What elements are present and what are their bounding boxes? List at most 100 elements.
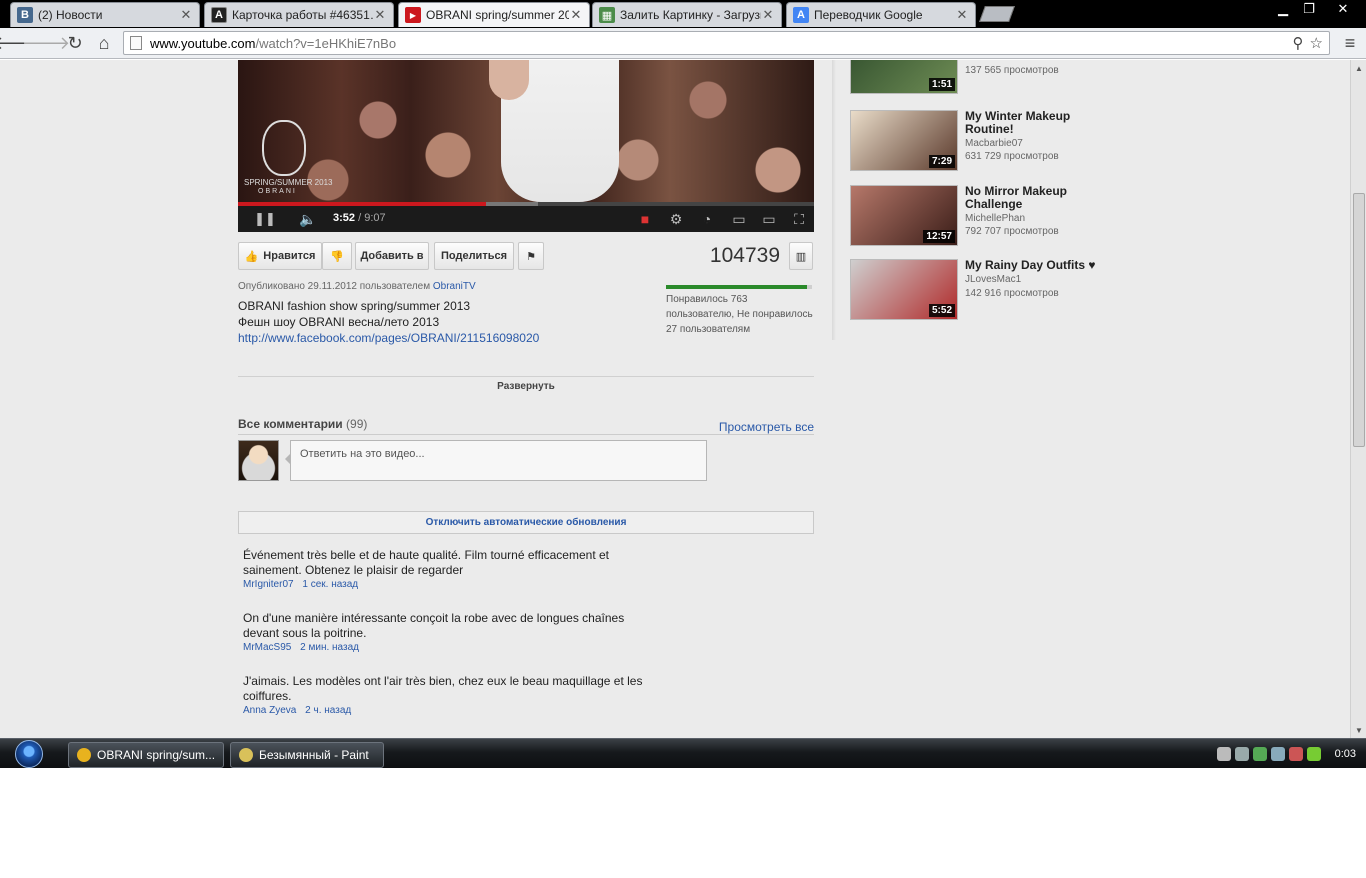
clock[interactable]: 0:03 bbox=[1335, 748, 1356, 760]
related-thumbnail[interactable]: 7:29 bbox=[850, 110, 958, 171]
tab-youtube-obrani[interactable]: ▶ OBRANI spring/summer 20… ✕ bbox=[398, 2, 590, 27]
start-button[interactable] bbox=[10, 739, 48, 769]
tab-close-icon[interactable]: ✕ bbox=[569, 7, 583, 23]
tab-close-icon[interactable]: ✕ bbox=[955, 7, 969, 23]
home-icon[interactable]: ⌂ bbox=[92, 31, 116, 55]
tab-vk-news[interactable]: В (2) Новости ✕ bbox=[10, 2, 200, 27]
comment-author-link[interactable]: Anna Zyeva bbox=[243, 705, 296, 716]
add-to-button[interactable]: Добавить в bbox=[355, 242, 429, 270]
player-controls: ❚❚ 🔈 3:52 / 9:07 ■ ⚙ ◔ ▭ ▭ ⛶ bbox=[238, 202, 814, 232]
video-frame[interactable]: SPRING/SUMMER 2013 OBRANI bbox=[238, 60, 814, 202]
published-info: Опубликовано 29.11.2012 пользователем Ob… bbox=[238, 281, 476, 292]
watch-later-clock-icon[interactable]: ◔ bbox=[698, 208, 716, 230]
volume-tray-icon[interactable] bbox=[1288, 747, 1303, 761]
page-icon bbox=[130, 36, 142, 50]
thumbs-up-icon: 👍 bbox=[244, 250, 259, 263]
comment-author-link[interactable]: MrIgniter07 bbox=[243, 579, 294, 590]
close-window-icon[interactable]: ✕ bbox=[1326, 0, 1360, 18]
time-display: 3:52 / 9:07 bbox=[333, 212, 386, 224]
related-title[interactable]: My Rainy Day Outfits ♥ bbox=[965, 259, 1115, 272]
tab-google-translate[interactable]: A Переводчик Google ✕ bbox=[786, 2, 976, 27]
nvidia-icon[interactable] bbox=[1306, 747, 1321, 761]
share-button[interactable]: Поделиться bbox=[434, 242, 514, 270]
view-all-comments-link[interactable]: Просмотреть все bbox=[719, 420, 814, 434]
taskbar-item-chrome[interactable]: OBRANI spring/sum... bbox=[68, 742, 224, 768]
chrome-icon bbox=[77, 748, 91, 762]
tab-title: Переводчик Google bbox=[814, 8, 923, 22]
stats-button[interactable]: ▥ bbox=[789, 242, 813, 270]
progress-bar[interactable] bbox=[238, 202, 814, 206]
related-title[interactable]: No Mirror Makeup Challenge bbox=[965, 185, 1115, 211]
comment-time[interactable]: 1 сек. назад bbox=[302, 579, 358, 590]
settings-gear-icon[interactable]: ⚙ bbox=[666, 208, 686, 230]
video-duration: 5:52 bbox=[928, 304, 955, 317]
comment-time[interactable]: 2 мин. назад bbox=[300, 642, 359, 653]
steam-icon[interactable] bbox=[1216, 747, 1231, 761]
fullscreen-icon[interactable]: ⛶ bbox=[788, 208, 810, 230]
translate-favicon-icon: A bbox=[793, 7, 809, 23]
related-author: Macbarbie07 bbox=[965, 138, 1023, 149]
like-button[interactable]: 👍 Нравится bbox=[238, 242, 322, 270]
related-thumbnail[interactable]: 12:57 bbox=[850, 185, 958, 246]
system-tray: 0:03 bbox=[1216, 739, 1366, 769]
pause-icon[interactable]: ❚❚ bbox=[254, 208, 276, 230]
disable-auto-update-button[interactable]: Отключить автоматические обновления bbox=[238, 511, 814, 534]
video-duration: 7:29 bbox=[928, 155, 955, 168]
comment-item: J'aimais. Les modèles ont l'air très bie… bbox=[243, 674, 663, 716]
related-views: 137 565 просмотров bbox=[965, 65, 1059, 76]
tab-close-icon[interactable]: ✕ bbox=[373, 7, 387, 23]
desc-facebook-link[interactable]: http://www.facebook.com/pages/OBRANI/211… bbox=[238, 330, 539, 346]
related-author: MichellePhan bbox=[965, 213, 1026, 224]
restore-icon[interactable]: ❐ bbox=[1296, 0, 1322, 18]
tab-upload-image[interactable]: ▦ Залить Картинку - Загрузи… ✕ bbox=[592, 2, 782, 27]
scroll-up-icon[interactable]: ▲ bbox=[1351, 64, 1366, 73]
video-duration: 12:57 bbox=[923, 230, 955, 243]
search-icon[interactable]: ⚲ bbox=[1293, 34, 1304, 52]
tab-work-card[interactable]: A Карточка работы #46351… ✕ bbox=[204, 2, 394, 27]
report-flag-button[interactable]: ⚑ bbox=[518, 242, 544, 270]
related-video-item[interactable]: 12:57 No Mirror Makeup Challenge Michell… bbox=[850, 185, 1120, 247]
related-video-item[interactable]: 1:51 137 565 просмотров bbox=[850, 60, 1120, 95]
channel-link[interactable]: ObraniTV bbox=[433, 281, 476, 292]
comments-title: Все комментарии bbox=[238, 417, 343, 431]
related-thumbnail[interactable]: 1:51 bbox=[850, 60, 958, 94]
small-player-icon[interactable]: ▭ bbox=[730, 208, 748, 230]
tab-close-icon[interactable]: ✕ bbox=[179, 7, 193, 23]
tab-title: Карточка работы #46351… bbox=[232, 8, 373, 22]
comment-time[interactable]: 2 ч. назад bbox=[305, 705, 351, 716]
obrani-logo-icon bbox=[262, 120, 306, 176]
related-video-item[interactable]: 5:52 My Rainy Day Outfits ♥ JLovesMac1 1… bbox=[850, 259, 1120, 321]
video-model-image bbox=[489, 60, 619, 202]
annotations-icon[interactable]: ■ bbox=[636, 208, 654, 230]
address-bar[interactable]: www.youtube.com /watch?v=1eHKhiE7nBo ⚲ ☆ bbox=[123, 31, 1330, 55]
page-content: SPRING/SUMMER 2013 OBRANI ❚❚ 🔈 3:52 / 9:… bbox=[0, 60, 1350, 738]
scroll-down-icon[interactable]: ▼ bbox=[1351, 726, 1366, 735]
bookmark-star-icon[interactable]: ☆ bbox=[1310, 34, 1323, 52]
comments-count: (99) bbox=[346, 417, 368, 431]
volume-icon[interactable]: 🔈 bbox=[296, 208, 320, 230]
network-icon[interactable] bbox=[1270, 747, 1285, 761]
comment-reply-input[interactable]: Ответить на это видео... bbox=[290, 440, 707, 481]
scrollbar-thumb[interactable] bbox=[1353, 193, 1365, 447]
related-title[interactable]: My Winter Makeup Routine! bbox=[965, 110, 1115, 136]
tab-strip: В (2) Новости ✕ A Карточка работы #46351… bbox=[0, 0, 1366, 28]
new-tab-button[interactable] bbox=[979, 6, 1015, 22]
video-description: OBRANI fashion show spring/summer 2013 Ф… bbox=[238, 298, 539, 346]
dislike-button[interactable]: 👎 bbox=[322, 242, 352, 270]
minimize-icon[interactable]: ▁ bbox=[1270, 0, 1296, 18]
comment-author-link[interactable]: MrMacS95 bbox=[243, 642, 291, 653]
reload-icon[interactable]: ↻ bbox=[63, 31, 87, 55]
forward-arrow-icon[interactable]: 🡒 bbox=[22, 31, 70, 55]
related-video-item[interactable]: 7:29 My Winter Makeup Routine! Macbarbie… bbox=[850, 110, 1120, 172]
taskbar-item-paint[interactable]: Безымянный - Paint bbox=[230, 742, 384, 768]
related-views: 142 916 просмотров bbox=[965, 288, 1059, 299]
related-thumbnail[interactable]: 5:52 bbox=[850, 259, 958, 320]
page-scrollbar[interactable]: ▲ ▼ bbox=[1350, 60, 1366, 738]
tray-app-icon[interactable] bbox=[1234, 747, 1249, 761]
tab-close-icon[interactable]: ✕ bbox=[761, 7, 775, 23]
expand-description-button[interactable]: Развернуть bbox=[238, 376, 814, 392]
menu-wrench-icon[interactable]: ≡ bbox=[1338, 31, 1362, 55]
network-share-icon[interactable] bbox=[1252, 747, 1267, 761]
related-author: JLovesMac1 bbox=[965, 274, 1022, 285]
large-player-icon[interactable]: ▭ bbox=[758, 208, 780, 230]
